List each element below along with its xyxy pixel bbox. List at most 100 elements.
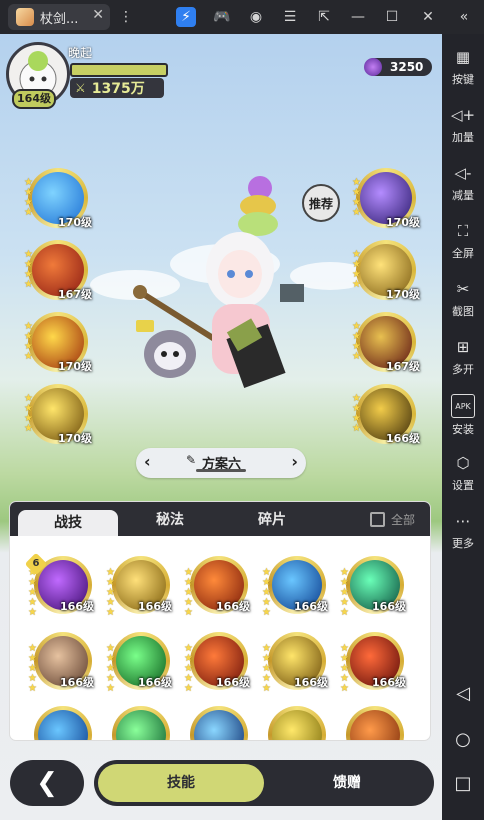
settings-icon: ⬡ (456, 454, 470, 472)
volume-down-icon: ◁- (454, 164, 472, 182)
plan-prev-button[interactable]: ‹ (144, 452, 151, 471)
left-skill-slot[interactable]: ★ ★ ★ ★ 170级 (24, 312, 92, 373)
sidebar-item-4[interactable]: ✂ 截图 (442, 278, 484, 319)
keyboard-icon: ▦ (455, 48, 471, 66)
sidebar-item-2[interactable]: ◁- 减量 (442, 162, 484, 203)
sidebar-item-3[interactable]: ⛶ 全屏 (442, 220, 484, 261)
skill-level: 166级 (60, 600, 94, 613)
star-icon: ★ (24, 207, 33, 218)
skill-level: 166级 (60, 676, 94, 689)
maximize-icon[interactable]: ☐ (382, 7, 402, 27)
nav-glyph: ◁ (456, 682, 470, 704)
bolt-icon[interactable]: ⚡ (176, 7, 196, 27)
user-icon[interactable]: ◉ (246, 7, 266, 27)
tab-combat-skills[interactable]: 战技 (18, 510, 118, 536)
popout-icon[interactable]: ⇱ (314, 7, 334, 27)
sword-cross-icon: ⚔ (75, 81, 86, 95)
grid-skill-item[interactable] (190, 706, 248, 740)
skill-stars: ★★★★★ (340, 644, 350, 694)
app-tab[interactable]: 杖剑... ✕ (8, 4, 110, 30)
collapse-icon[interactable]: « (454, 7, 474, 27)
plan-indicator (196, 469, 246, 472)
grid-skill-item[interactable]: ★ ★ ★ ★ ★ 166级 (106, 556, 172, 618)
sidebar-item-1[interactable]: ◁+ 加量 (442, 104, 484, 145)
skill-level: 166级 (216, 600, 250, 613)
show-all-checkbox[interactable] (370, 512, 385, 527)
plan-selector: ‹ › ✎ 方案六 (136, 448, 306, 478)
grid-skill-item[interactable]: ★ ★ ★ ★ ★ 166级 (262, 632, 328, 694)
grid-skill-item[interactable] (346, 706, 404, 740)
right-skill-slot[interactable]: ★ ★ ★ ★ 170级 (352, 168, 420, 229)
right-skill-slot[interactable]: ★ ★ ★ ★ 167级 (352, 312, 420, 373)
grid-skill-item[interactable]: ★ ★ ★ ★ ★ 166级 (262, 556, 328, 618)
skill-level: 166级 (216, 676, 250, 689)
star-icon: ★ (352, 279, 361, 290)
star-icon: ★ (352, 207, 361, 218)
emulator-sidebar: ▦ 按键 ◁+ 加量 ◁- 减量 ⛶ 全屏 ✂ 截图 ⊞ 多开 APK 安装 ⬡ 设置 ⋯ 更多 ◁ ○ □ (442, 34, 484, 820)
skill-stars: ★★★★★ (28, 644, 38, 694)
show-all-toggle[interactable]: 全部 (370, 511, 415, 528)
close-icon[interactable]: ✕ (418, 7, 438, 27)
tab-gifts[interactable]: 馈赠 (264, 764, 430, 802)
plan-next-button[interactable]: › (291, 452, 298, 471)
tab-fragments[interactable]: 碎片 (232, 502, 312, 536)
left-skill-slot[interactable]: ★ ★ ★ ★ 170级 (24, 384, 92, 445)
skill-stars: ★★★★★ (106, 644, 116, 694)
sidebar-item-6[interactable]: APK 安装 (442, 394, 484, 437)
left-skill-slot[interactable]: ★ ★ ★ ★ 170级 (24, 168, 92, 229)
skill-level: 167级 (386, 360, 420, 373)
skill-level: 170级 (58, 216, 92, 229)
sidebar-item-5[interactable]: ⊞ 多开 (442, 336, 484, 377)
star-icon: ★ (28, 607, 37, 618)
nav-home-icon[interactable]: ○ (442, 728, 484, 750)
gamepad-icon[interactable]: 🎮 (212, 7, 232, 27)
star-icon: ★ (340, 683, 349, 694)
right-skill-slot[interactable]: ★ ★ ★ ★ 166级 (352, 384, 420, 445)
left-skill-slot[interactable]: ★ ★ ★ ★ 167级 (24, 240, 92, 301)
app-icon (16, 8, 34, 26)
pet-character (136, 320, 196, 378)
skill-stars: ★ ★ ★ ★ (24, 394, 34, 434)
bottom-nav: ❮ 技能 馈赠 (0, 750, 442, 820)
grid-skill-item[interactable] (112, 706, 170, 740)
sidebar-item-7[interactable]: ⬡ 设置 (442, 452, 484, 493)
grid-skill-item[interactable]: ★ ★ ★ ★ ★ 166级 (340, 556, 406, 618)
app-tab-title: 杖剑... (40, 11, 79, 27)
grid-skill-item[interactable]: ★★★★★6 166级 (24, 552, 94, 618)
skill-stars: ★★★★★ (184, 568, 194, 618)
star-icon: ★ (340, 607, 349, 618)
tab-skills[interactable]: 技能 (98, 764, 264, 802)
gem-counter[interactable]: 3250 (364, 58, 432, 76)
more-vertical-icon[interactable]: ⋮ (116, 7, 136, 27)
grid-skill-item[interactable]: ★ ★ ★ ★ ★ 166级 (184, 556, 250, 618)
grid-skill-item[interactable]: ★ ★ ★ ★ ★ 166级 (340, 632, 406, 694)
minimize-icon[interactable]: — (348, 7, 368, 27)
sidebar-item-8[interactable]: ⋯ 更多 (442, 510, 484, 551)
skill-level: 166级 (372, 600, 406, 613)
grid-skill-item[interactable] (34, 706, 92, 740)
skill-level: 166级 (294, 676, 328, 689)
menu-icon[interactable]: ☰ (280, 7, 300, 27)
skill-tab-bar: 战技 秘法 碎片 全部 (10, 502, 430, 536)
tab-secret-arts[interactable]: 秘法 (130, 502, 210, 536)
sidebar-item-label: 设置 (452, 479, 474, 492)
tab-close-icon[interactable]: ✕ (92, 7, 104, 23)
star-icon: ★ (352, 351, 361, 362)
right-skill-slot[interactable]: ★ ★ ★ ★ 170级 (352, 240, 420, 301)
pencil-icon[interactable]: ✎ (186, 453, 196, 467)
rank-badge-text: 6 (32, 558, 40, 569)
nav-recent-icon[interactable]: □ (442, 772, 484, 794)
skill-stars: ★ ★ ★ ★ (24, 250, 34, 290)
sidebar-item-0[interactable]: ▦ 按键 (442, 46, 484, 87)
skill-stars: ★★★★★ (184, 644, 194, 694)
grid-skill-item[interactable]: ★ ★ ★ ★ ★ 166级 (184, 632, 250, 694)
back-button[interactable]: ❮ (10, 760, 84, 806)
player-exp-bar (70, 63, 168, 77)
grid-skill-item[interactable]: ★ ★ ★ ★ ★ 166级 (106, 632, 172, 694)
sidebar-item-label: 加量 (452, 131, 474, 144)
volume-up-icon: ◁+ (450, 106, 476, 124)
nav-back-icon[interactable]: ◁ (442, 682, 484, 704)
grid-skill-item[interactable] (268, 706, 326, 740)
grid-skill-item[interactable]: ★ ★ ★ ★ ★ 166级 (28, 632, 94, 694)
skill-stars: ★ ★ ★ ★ (352, 394, 362, 434)
